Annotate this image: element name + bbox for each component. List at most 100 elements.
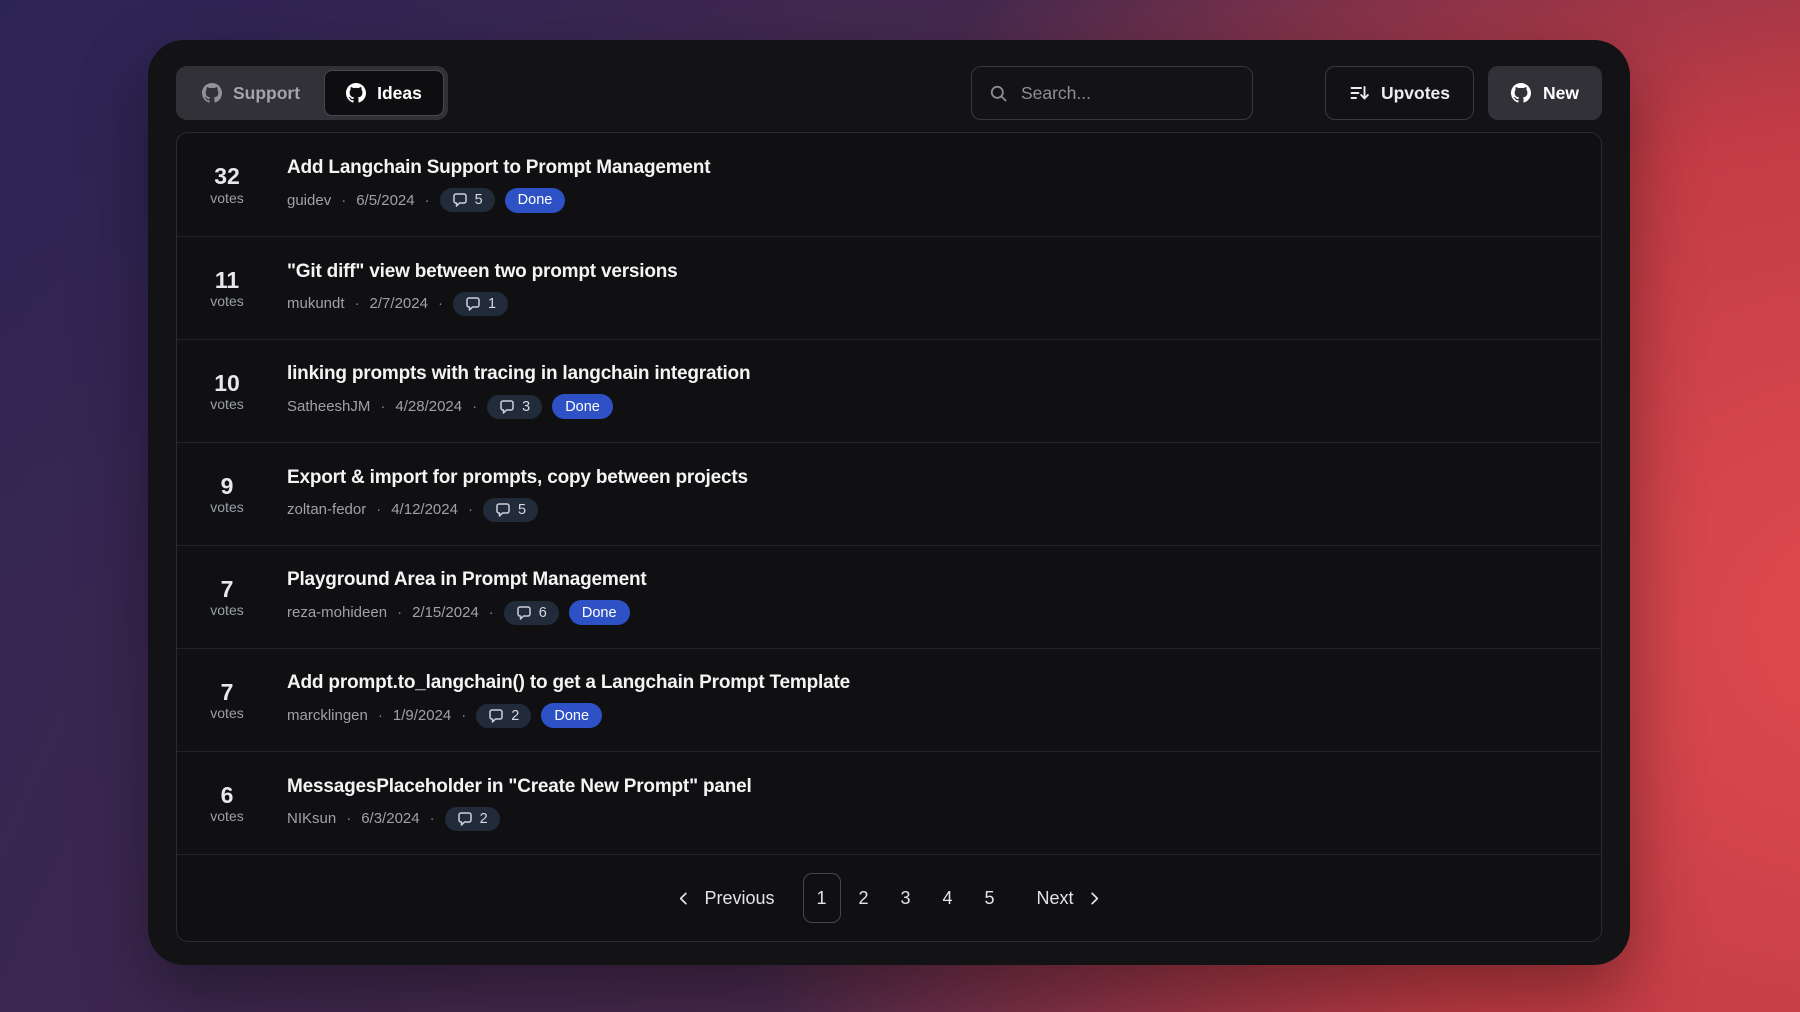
- feedback-board-panel: Support Ideas Upvotes: [148, 40, 1630, 965]
- idea-meta: guidev · 6/5/2024 · 5 Done: [287, 188, 710, 213]
- idea-date: 2/7/2024: [370, 295, 428, 312]
- tab-ideas[interactable]: Ideas: [324, 70, 444, 116]
- page-number-button[interactable]: 5: [971, 873, 1009, 923]
- search-field[interactable]: [971, 66, 1253, 120]
- meta-separator: ·: [468, 501, 473, 518]
- comment-count-badge[interactable]: 6: [504, 601, 559, 625]
- next-page-label: Next: [1037, 888, 1074, 909]
- vote-block: 7 votes: [198, 576, 256, 618]
- comment-count-badge[interactable]: 3: [487, 395, 542, 419]
- vote-count: 11: [198, 267, 256, 293]
- done-badge: Done: [505, 188, 566, 213]
- github-icon: [202, 83, 222, 103]
- idea-title[interactable]: Add Langchain Support to Prompt Manageme…: [287, 157, 710, 179]
- idea-row[interactable]: 9 votes Export & import for prompts, cop…: [177, 442, 1601, 545]
- idea-list: 32 votes Add Langchain Support to Prompt…: [176, 132, 1602, 942]
- comment-icon: [495, 502, 511, 518]
- meta-separator: ·: [378, 707, 383, 724]
- tab-support-label: Support: [233, 83, 300, 104]
- page-number-button[interactable]: 1: [803, 873, 841, 923]
- meta-separator: ·: [489, 604, 494, 621]
- comment-count-badge[interactable]: 1: [453, 292, 508, 316]
- vote-block: 7 votes: [198, 679, 256, 721]
- comment-count: 5: [518, 502, 526, 518]
- tab-support[interactable]: Support: [180, 70, 322, 116]
- sort-descending-icon: [1349, 83, 1369, 103]
- meta-separator: ·: [376, 501, 381, 518]
- comment-count-badge[interactable]: 5: [483, 498, 538, 522]
- next-page-button[interactable]: Next: [1031, 878, 1108, 919]
- meta-separator: ·: [425, 192, 430, 209]
- idea-content: linking prompts with tracing in langchai…: [287, 363, 750, 419]
- comment-count: 2: [480, 811, 488, 827]
- page-number-button[interactable]: 2: [845, 873, 883, 923]
- idea-author: marcklingen: [287, 707, 368, 724]
- idea-title[interactable]: Playground Area in Prompt Management: [287, 569, 647, 591]
- idea-content: "Git diff" view between two prompt versi…: [287, 261, 678, 316]
- vote-block: 10 votes: [198, 370, 256, 412]
- idea-content: Export & import for prompts, copy betwee…: [287, 467, 748, 522]
- previous-page-button[interactable]: Previous: [670, 878, 780, 919]
- meta-separator: ·: [438, 295, 443, 312]
- comment-count: 1: [488, 296, 496, 312]
- comment-icon: [457, 811, 473, 827]
- idea-meta: reza-mohideen · 2/15/2024 · 6 Done: [287, 600, 647, 625]
- previous-page-label: Previous: [704, 888, 774, 909]
- idea-title[interactable]: Add prompt.to_langchain() to get a Langc…: [287, 672, 850, 694]
- idea-title[interactable]: linking prompts with tracing in langchai…: [287, 363, 750, 385]
- search-icon: [989, 84, 1008, 103]
- votes-label: votes: [198, 190, 256, 206]
- page-list: 12345: [803, 873, 1009, 923]
- comment-count-badge[interactable]: 2: [445, 807, 500, 831]
- page-number-button[interactable]: 3: [887, 873, 925, 923]
- new-idea-button[interactable]: New: [1488, 66, 1602, 120]
- comment-count-badge[interactable]: 5: [440, 188, 495, 212]
- vote-block: 32 votes: [198, 163, 256, 205]
- vote-count: 10: [198, 370, 256, 396]
- meta-separator: ·: [461, 707, 466, 724]
- idea-row[interactable]: 10 votes linking prompts with tracing in…: [177, 339, 1601, 442]
- idea-row[interactable]: 32 votes Add Langchain Support to Prompt…: [177, 133, 1601, 236]
- idea-meta: zoltan-fedor · 4/12/2024 · 5: [287, 498, 748, 522]
- votes-label: votes: [198, 293, 256, 309]
- idea-row[interactable]: 7 votes Add prompt.to_langchain() to get…: [177, 648, 1601, 751]
- done-badge: Done: [541, 703, 602, 728]
- done-badge: Done: [552, 394, 613, 419]
- idea-meta: marcklingen · 1/9/2024 · 2 Done: [287, 703, 850, 728]
- vote-count: 7: [198, 576, 256, 602]
- idea-title[interactable]: Export & import for prompts, copy betwee…: [287, 467, 748, 489]
- toolbar-actions: Upvotes New: [971, 66, 1602, 120]
- vote-count: 9: [198, 473, 256, 499]
- comment-count: 6: [539, 605, 547, 621]
- chevron-left-icon: [676, 891, 691, 906]
- idea-row[interactable]: 7 votes Playground Area in Prompt Manage…: [177, 545, 1601, 648]
- meta-separator: ·: [346, 810, 351, 827]
- comment-count: 3: [522, 399, 530, 415]
- comment-count: 5: [475, 192, 483, 208]
- idea-date: 4/12/2024: [391, 501, 458, 518]
- idea-row[interactable]: 11 votes "Git diff" view between two pro…: [177, 236, 1601, 339]
- board-tabs: Support Ideas: [176, 66, 448, 120]
- idea-author: guidev: [287, 192, 331, 209]
- comment-count: 2: [511, 708, 519, 724]
- sort-upvotes-button[interactable]: Upvotes: [1325, 66, 1474, 120]
- idea-content: Add Langchain Support to Prompt Manageme…: [287, 157, 710, 213]
- meta-separator: ·: [397, 604, 402, 621]
- vote-block: 6 votes: [198, 782, 256, 824]
- comment-count-badge[interactable]: 2: [476, 704, 531, 728]
- idea-date: 4/28/2024: [395, 398, 462, 415]
- idea-title[interactable]: MessagesPlaceholder in "Create New Promp…: [287, 776, 752, 798]
- page-number-button[interactable]: 4: [929, 873, 967, 923]
- idea-meta: mukundt · 2/7/2024 · 1: [287, 292, 678, 316]
- search-input[interactable]: [1021, 83, 1235, 104]
- idea-title[interactable]: "Git diff" view between two prompt versi…: [287, 261, 678, 283]
- meta-separator: ·: [355, 295, 360, 312]
- meta-separator: ·: [341, 192, 346, 209]
- github-icon: [1511, 83, 1531, 103]
- toolbar: Support Ideas Upvotes: [176, 66, 1602, 120]
- new-idea-label: New: [1543, 83, 1579, 104]
- idea-date: 6/3/2024: [361, 810, 419, 827]
- idea-rows: 32 votes Add Langchain Support to Prompt…: [177, 133, 1601, 854]
- vote-count: 7: [198, 679, 256, 705]
- idea-row[interactable]: 6 votes MessagesPlaceholder in "Create N…: [177, 751, 1601, 854]
